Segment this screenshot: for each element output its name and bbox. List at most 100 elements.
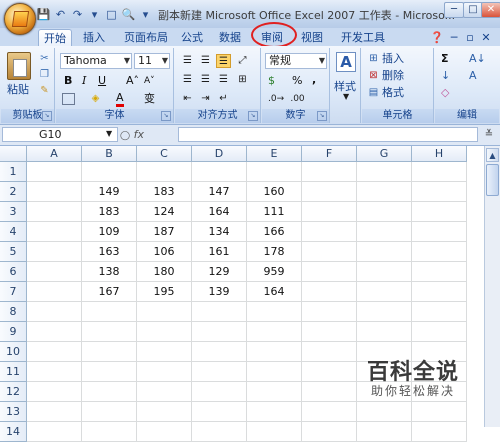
cell-c10[interactable]	[137, 342, 192, 362]
cell-b13[interactable]	[82, 402, 137, 422]
cell-h2[interactable]	[412, 182, 467, 202]
column-header-b[interactable]: B	[82, 146, 137, 162]
cell-h13[interactable]	[412, 402, 467, 422]
minimize-button[interactable]: ─	[444, 2, 464, 18]
cell-f13[interactable]	[302, 402, 357, 422]
find-select-button[interactable]: A	[469, 68, 477, 84]
align-bottom-icon[interactable]: ☰	[216, 54, 231, 68]
expand-formula-bar-icon[interactable]: ≚	[482, 127, 496, 142]
cell-h4[interactable]	[412, 222, 467, 242]
new-file-icon[interactable]: □	[104, 7, 119, 22]
cell-a6[interactable]	[27, 262, 82, 282]
cell-c14[interactable]	[137, 422, 192, 442]
cell-c9[interactable]	[137, 322, 192, 342]
row-header-10[interactable]: 10	[0, 342, 27, 362]
paste-button[interactable]: 粘贴	[7, 81, 29, 97]
insert-cells-button[interactable]: 插入	[382, 51, 404, 67]
column-header-h[interactable]: H	[412, 146, 467, 162]
decrease-decimal-icon[interactable]: .00	[290, 92, 305, 106]
cell-b4[interactable]: 109	[82, 222, 137, 242]
tab-view[interactable]: 视图	[298, 29, 326, 46]
insert-cells-icon[interactable]: ⊞	[366, 52, 381, 66]
cell-a11[interactable]	[27, 362, 82, 382]
cell-d7[interactable]: 139	[192, 282, 247, 302]
cell-f14[interactable]	[302, 422, 357, 442]
cell-f7[interactable]	[302, 282, 357, 302]
cell-f10[interactable]	[302, 342, 357, 362]
cell-g9[interactable]	[357, 322, 412, 342]
decrease-indent-icon[interactable]: ⇤	[180, 92, 195, 106]
cell-d8[interactable]	[192, 302, 247, 322]
cell-b1[interactable]	[82, 162, 137, 182]
office-button[interactable]	[4, 3, 36, 35]
cell-b12[interactable]	[82, 382, 137, 402]
cell-f1[interactable]	[302, 162, 357, 182]
help-icon[interactable]: ❓	[430, 29, 444, 46]
borders-icon[interactable]	[62, 93, 75, 105]
cell-f3[interactable]	[302, 202, 357, 222]
cell-b5[interactable]: 163	[82, 242, 137, 262]
cell-d5[interactable]: 161	[192, 242, 247, 262]
tab-insert[interactable]: 插入	[80, 29, 108, 46]
cell-g8[interactable]	[357, 302, 412, 322]
cell-b14[interactable]	[82, 422, 137, 442]
cell-c11[interactable]	[137, 362, 192, 382]
column-header-g[interactable]: G	[357, 146, 412, 162]
column-header-e[interactable]: E	[247, 146, 302, 162]
cell-a7[interactable]	[27, 282, 82, 302]
cell-f9[interactable]	[302, 322, 357, 342]
cell-h1[interactable]	[412, 162, 467, 182]
bold-button[interactable]: B	[64, 73, 72, 89]
cell-a8[interactable]	[27, 302, 82, 322]
wrap-text-icon[interactable]: ↵	[216, 92, 231, 106]
cell-a4[interactable]	[27, 222, 82, 242]
cell-b11[interactable]	[82, 362, 137, 382]
cell-f2[interactable]	[302, 182, 357, 202]
cell-e6[interactable]: 959	[247, 262, 302, 282]
cell-b3[interactable]: 183	[82, 202, 137, 222]
cell-d13[interactable]	[192, 402, 247, 422]
tab-page-layout[interactable]: 页面布局	[120, 29, 172, 46]
cell-a13[interactable]	[27, 402, 82, 422]
cell-h3[interactable]	[412, 202, 467, 222]
redo-icon[interactable]: ↷	[70, 7, 85, 22]
cell-d10[interactable]	[192, 342, 247, 362]
cell-a9[interactable]	[27, 322, 82, 342]
align-right-icon[interactable]: ☰	[216, 73, 231, 87]
cell-e9[interactable]	[247, 322, 302, 342]
row-header-7[interactable]: 7	[0, 282, 27, 302]
cell-b10[interactable]	[82, 342, 137, 362]
fill-button[interactable]: ↓	[441, 68, 450, 84]
row-header-13[interactable]: 13	[0, 402, 27, 422]
number-format-select[interactable]: 常规 ▼	[265, 53, 327, 69]
ribbon-restore-icon[interactable]: ▫	[464, 29, 476, 46]
increase-decimal-icon[interactable]: .0→	[268, 92, 284, 106]
format-painter-icon[interactable]: ✎	[37, 84, 52, 98]
sort-filter-button[interactable]: A↓	[469, 51, 486, 67]
clear-button[interactable]: ◇	[441, 85, 449, 101]
cell-d6[interactable]: 129	[192, 262, 247, 282]
cell-e3[interactable]: 111	[247, 202, 302, 222]
scrollbar-thumb[interactable]	[486, 164, 499, 196]
styles-icon[interactable]: A	[336, 52, 356, 72]
font-launcher-icon[interactable]: ↘	[161, 111, 171, 121]
delete-cells-button[interactable]: 删除	[382, 68, 404, 84]
tab-formulas[interactable]: 公式	[178, 29, 206, 46]
row-header-2[interactable]: 2	[0, 182, 27, 202]
cell-c3[interactable]: 124	[137, 202, 192, 222]
column-header-c[interactable]: C	[137, 146, 192, 162]
cell-c1[interactable]	[137, 162, 192, 182]
cell-g2[interactable]	[357, 182, 412, 202]
cell-c2[interactable]: 183	[137, 182, 192, 202]
cell-a2[interactable]	[27, 182, 82, 202]
underline-button[interactable]: U	[98, 73, 106, 89]
copy-icon[interactable]: ❐	[37, 68, 52, 82]
paste-icon[interactable]	[7, 52, 31, 80]
cell-b9[interactable]	[82, 322, 137, 342]
cell-f5[interactable]	[302, 242, 357, 262]
cell-a14[interactable]	[27, 422, 82, 442]
cell-a10[interactable]	[27, 342, 82, 362]
cell-c8[interactable]	[137, 302, 192, 322]
cell-f6[interactable]	[302, 262, 357, 282]
autosum-button[interactable]: Σ	[441, 51, 449, 67]
